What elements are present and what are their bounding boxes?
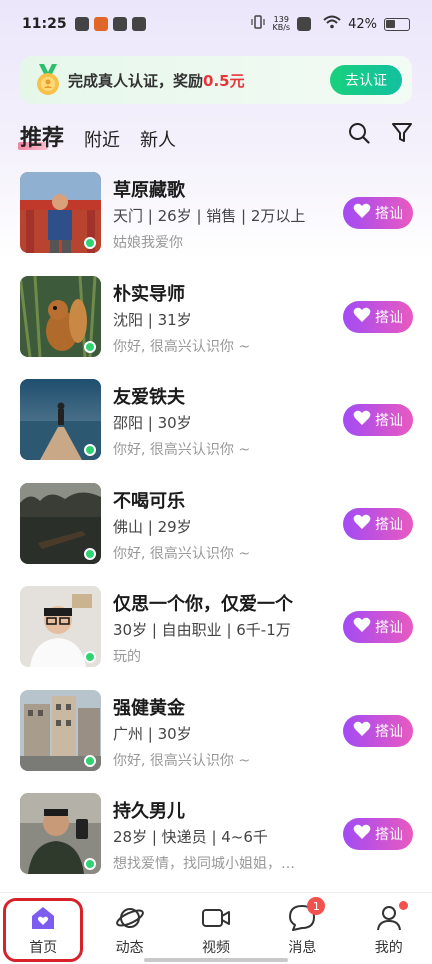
nav-label: 消息 [288, 940, 317, 956]
battery-icon [384, 17, 410, 31]
user-name[interactable]: 仅思一个你，仅爱一个 [113, 590, 293, 616]
unread-badge: 1 [307, 897, 326, 915]
online-indicator [84, 651, 96, 663]
online-indicator [84, 444, 96, 456]
user-info: 30岁 | 自由职业 | 6千-1万 [113, 621, 291, 639]
greet-label: 搭讪 [375, 620, 403, 636]
verify-banner[interactable]: 完成真人认证，奖励0.5元 去认证 [20, 56, 412, 104]
home-indicator[interactable] [144, 958, 288, 962]
online-indicator [84, 340, 96, 353]
user-name[interactable]: 持久男儿 [113, 797, 185, 823]
heart-icon [353, 824, 371, 844]
verify-button[interactable]: 去认证 [330, 65, 402, 95]
greet-button[interactable]: 搭讪 [343, 300, 413, 333]
user-name[interactable]: 草原藏歌 [113, 176, 185, 202]
greet-button[interactable]: 搭讪 [343, 197, 413, 229]
greet-label: 搭讪 [375, 723, 403, 740]
user-bio: 你好, 很高兴认识你 ~ [113, 442, 251, 458]
user-info: 天门 | 26岁 | 销售 | 2万以上 [113, 207, 306, 225]
status-time: 11:25 [22, 16, 67, 32]
link-icon [131, 17, 146, 31]
user-card[interactable]: 朴实导师 沈阳 | 31岁 你好, 很高兴认识你 ~ 搭讪 [0, 274, 432, 378]
nav-label: 我的 [374, 940, 403, 956]
heart-icon [353, 307, 371, 327]
user-feed: 草原藏歌 天门 | 26岁 | 销售 | 2万以上 姑娘我爱你 搭讪 朴实导师 … [0, 170, 432, 895]
user-bio: 你好, 很高兴认识你 ~ [113, 545, 251, 562]
sim-off-icon [297, 17, 312, 31]
home-icon [28, 903, 58, 933]
user-name[interactable]: 不喝可乐 [113, 487, 185, 513]
heart-icon [353, 721, 371, 741]
user-name[interactable]: 朴实导师 [113, 280, 185, 306]
user-card[interactable]: 强健黄金 广州 | 30岁 你好, 很高兴认识你 ~ 搭讪 [0, 688, 432, 792]
nav-label: 视频 [201, 940, 230, 956]
user-name[interactable]: 友爱铁夫 [113, 383, 185, 409]
greet-label: 搭讪 [375, 206, 403, 222]
online-indicator [84, 547, 96, 560]
user-card[interactable]: 持久男儿 28岁 | 快递员 | 4~6千 想找爱情，找同城小姐姐，… 搭讪 [0, 791, 432, 895]
greet-label: 搭讪 [375, 413, 403, 429]
planet-icon [115, 903, 145, 933]
wifi-icon [323, 15, 341, 33]
user-info: 佛山 | 29岁 [113, 517, 192, 536]
greet-label: 搭讪 [375, 516, 403, 533]
greet-button[interactable]: 搭讪 [343, 404, 413, 436]
heart-icon [353, 410, 371, 430]
user-card[interactable]: 不喝可乐 佛山 | 29岁 你好, 很高兴认识你 ~ 搭讪 [0, 481, 432, 585]
user-bio: 玩的 [113, 649, 141, 665]
tab-recommend[interactable]: 推荐 [17, 120, 64, 152]
user-card[interactable]: 友爱铁夫 邵阳 | 30岁 你好, 很高兴认识你 ~ 搭讪 [0, 377, 432, 481]
filter-icon[interactable] [392, 122, 412, 148]
battery-percent: 42% [348, 16, 377, 32]
user-bio: 想找爱情，找同城小姐姐，… [113, 856, 295, 872]
nav-label: 动态 [115, 940, 144, 956]
user-info: 28岁 | 快递员 | 4~6千 [113, 828, 268, 846]
banner-text: 完成真人认证，奖励0.5元 [68, 71, 245, 90]
vibrate-icon [251, 15, 266, 33]
user-name[interactable]: 强健黄金 [113, 694, 185, 720]
heart-icon [353, 617, 371, 637]
greet-button[interactable]: 搭讪 [343, 714, 413, 747]
greet-button[interactable]: 搭讪 [343, 507, 413, 540]
medal-icon [34, 64, 62, 96]
nav-video[interactable]: 视频 [181, 903, 251, 957]
online-indicator [84, 237, 96, 249]
wechat-icon [112, 17, 127, 31]
online-indicator [84, 754, 96, 767]
reward-amount: 0.5元 [203, 71, 245, 90]
search-icon[interactable] [348, 122, 370, 148]
notification-dot [398, 901, 408, 910]
greet-label: 搭讪 [375, 309, 403, 326]
greet-button[interactable]: 搭讪 [343, 818, 413, 850]
greet-button[interactable]: 搭讪 [343, 611, 413, 643]
user-info: 广州 | 30岁 [113, 724, 192, 743]
nav-home[interactable]: 首页 [3, 898, 84, 962]
mail-icon [74, 17, 89, 31]
user-info: 邵阳 | 30岁 [113, 414, 192, 432]
status-bar: 11:25 139 KB/s 42% [0, 0, 432, 48]
nav-moments[interactable]: 动态 [95, 903, 165, 957]
video-icon [201, 903, 231, 933]
tab-newcomers[interactable]: 新人 [140, 126, 176, 152]
user-bio: 你好, 很高兴认识你 ~ [113, 338, 251, 355]
user-bio: 你好, 很高兴认识你 ~ [113, 752, 251, 769]
tab-nearby[interactable]: 附近 [84, 126, 120, 152]
user-info: 沈阳 | 31岁 [113, 310, 192, 329]
nav-messages[interactable]: 1 消息 [267, 897, 337, 957]
user-card[interactable]: 仅思一个你，仅爱一个 30岁 | 自由职业 | 6千-1万 玩的 搭讪 [0, 584, 432, 688]
feed-tabs: 推荐 附近 新人 [17, 116, 412, 152]
heart-icon [353, 203, 371, 223]
network-speed: 139 KB/s [272, 15, 291, 32]
bottom-nav: 首页 动态 视频 1 消息 我的 [0, 892, 432, 964]
online-indicator [84, 858, 96, 870]
heart-icon [353, 514, 371, 534]
nav-label: 首页 [29, 940, 58, 956]
greet-label: 搭讪 [375, 827, 403, 843]
user-card[interactable]: 草原藏歌 天门 | 26岁 | 销售 | 2万以上 姑娘我爱你 搭讪 [0, 170, 432, 274]
user-bio: 姑娘我爱你 [113, 235, 183, 251]
nav-profile[interactable]: 我的 [354, 901, 424, 957]
app-notification-icon [93, 17, 108, 31]
